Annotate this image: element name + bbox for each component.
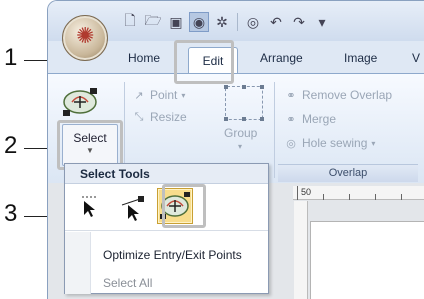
resize-label: Resize — [150, 110, 187, 124]
save-icon[interactable]: ▣ — [166, 12, 186, 32]
group-button-label[interactable]: Group — [224, 126, 257, 140]
customize-icon[interactable]: ▾ — [312, 12, 332, 32]
chevron-down-icon: ▾ — [238, 142, 243, 151]
point-button[interactable]: ↗ Point ▾ — [132, 88, 185, 102]
toolbar-separator — [237, 13, 238, 31]
optimize-entry-exit-points-item[interactable]: Optimize Entry/Exit Points — [103, 248, 242, 262]
select-tools-menu: Select Tools Optimize Entry/Exit Points … — [64, 163, 269, 294]
chevron-down-icon: ▾ — [181, 90, 186, 100]
merge-icon: ⚭ — [286, 113, 296, 126]
remove-overlap-label: Remove Overlap — [302, 88, 393, 102]
ruler-mark-50: 50 — [301, 187, 312, 197]
resize-icon: ⤡ — [134, 110, 144, 123]
point-icon: ↗ — [134, 89, 144, 102]
horizontal-ruler: 50 — [293, 186, 424, 200]
lasso-select-tool[interactable] — [115, 188, 151, 224]
hole-sewing-button[interactable]: ◎ Hole sewing ▾ — [284, 136, 375, 150]
circle-tool-icon[interactable]: ◎ — [243, 12, 263, 32]
hole-sewing-label: Hole sewing — [302, 136, 368, 150]
settings-icon[interactable]: ✲ — [212, 12, 232, 32]
undo-icon[interactable]: ↶ — [266, 12, 286, 32]
vertical-ruler — [294, 201, 308, 299]
group-separator — [274, 82, 275, 178]
flower-logo-icon: ✺ — [76, 23, 95, 48]
tab-home[interactable]: Home — [128, 51, 160, 65]
chevron-down-icon: ▾ — [371, 138, 376, 148]
menu-title: Select Tools — [65, 164, 268, 184]
remove-overlap-icon: ⚭ — [286, 89, 296, 102]
callout-number-2: 2 — [4, 132, 18, 159]
new-icon[interactable]: 🗋 — [120, 12, 140, 32]
select-object-tool[interactable] — [73, 188, 109, 224]
highlight-select-by-area-tool — [162, 184, 206, 228]
ribbon-tabs: Home Edit Arrange Image V — [48, 45, 424, 73]
select-tool-large-icon[interactable] — [58, 84, 102, 120]
menu-icon-column — [65, 232, 91, 294]
menu-separator — [65, 230, 268, 231]
callout-number-3: 3 — [4, 200, 18, 227]
merge-button[interactable]: ⚭ Merge — [284, 112, 336, 126]
design-page[interactable] — [310, 221, 424, 299]
tab-arrange[interactable]: Arrange — [260, 51, 303, 65]
highlight-edit-tab — [174, 40, 234, 84]
redo-icon[interactable]: ↷ — [289, 12, 309, 32]
resize-button[interactable]: ⤡ Resize — [132, 110, 187, 124]
overlap-group-label: Overlap — [278, 164, 418, 182]
record-icon[interactable]: ◉ — [189, 12, 209, 32]
point-label: Point — [150, 88, 178, 102]
tab-more[interactable]: V — [412, 51, 420, 65]
open-icon[interactable]: 🗁 — [143, 12, 163, 32]
remove-overlap-button[interactable]: ⚭ Remove Overlap — [284, 88, 392, 102]
merge-label: Merge — [302, 112, 337, 126]
select-all-item[interactable]: Select All — [103, 276, 152, 290]
quick-access-toolbar: 🗋 🗁 ▣ ◉ ✲ ◎ ↶ ↷ ▾ — [120, 11, 332, 33]
callout-number-1: 1 — [4, 44, 18, 71]
hole-sewing-icon: ◎ — [286, 137, 296, 150]
screenshot-stage: 1 2 3 ✺ 🗋 🗁 ▣ ◉ ✲ ◎ ↶ ↷ ▾ Home Edit Arra… — [0, 0, 424, 299]
group-icon[interactable] — [224, 85, 264, 121]
tab-image[interactable]: Image — [344, 51, 377, 65]
